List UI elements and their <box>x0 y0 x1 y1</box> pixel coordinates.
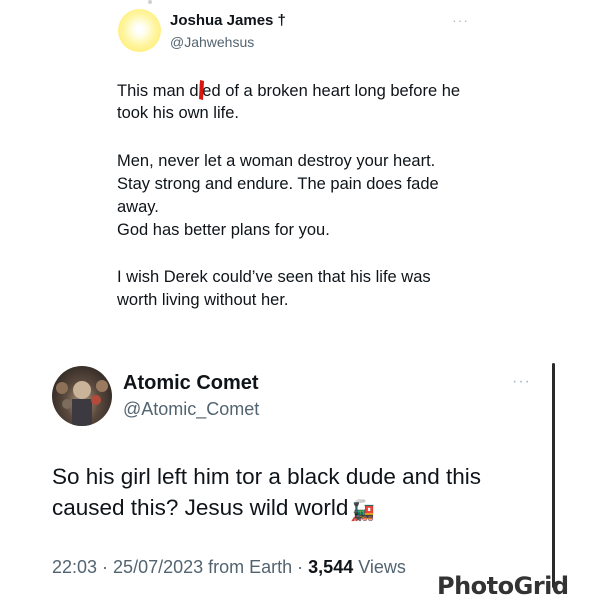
scrollbar[interactable] <box>552 363 555 588</box>
tweet-time[interactable]: 22:03 <box>52 557 97 577</box>
tweet-metadata: 22:03 · 25/07/2023 from Earth · 3,544 Vi… <box>52 557 406 578</box>
scroll-dot <box>148 0 152 4</box>
tweet-text-line: So his girl left him tor a black dude an… <box>52 464 481 489</box>
train-icon: 🚂 <box>350 500 376 522</box>
more-options-icon[interactable]: ··· <box>452 12 469 28</box>
tweet-text-line: Stay strong and endure. The pain does fa… <box>117 175 439 193</box>
crowd-photo <box>56 380 108 426</box>
tweet-text-line: God has better plans for you. <box>117 221 330 239</box>
views-count[interactable]: 3,544 <box>308 557 353 577</box>
separator: · <box>292 557 309 577</box>
more-options-icon[interactable]: ··· <box>512 373 531 391</box>
tweet-text-line: away. <box>117 198 159 216</box>
tweet-text-line: caused this? Jesus wild world 🚂 <box>52 492 375 527</box>
tweet-text-line: I wish Derek could’ve seen that his life… <box>117 268 431 286</box>
tweet-text: caused this? Jesus wild world <box>52 495 349 520</box>
tweet-date[interactable]: 25/07/2023 <box>113 557 203 577</box>
author-handle[interactable]: @Atomic_Comet <box>123 399 259 420</box>
author-name[interactable]: Joshua James † <box>170 12 286 29</box>
separator: · <box>97 557 114 577</box>
views-label: Views <box>353 557 406 577</box>
author-name[interactable]: Atomic Comet <box>123 372 259 395</box>
tweet-source: from Earth <box>203 557 293 577</box>
red-annotation-mark <box>199 80 204 100</box>
author-handle[interactable]: @Jahwehsus <box>170 34 254 50</box>
tweet-text-line: worth living without her. <box>117 291 289 309</box>
avatar[interactable] <box>52 366 112 426</box>
tweet-text-line: took his own life. <box>117 104 239 122</box>
avatar[interactable] <box>118 9 161 52</box>
tweet-text-line: This man died of a broken heart long bef… <box>117 82 461 100</box>
tweet-text-line: Men, never let a woman destroy your hear… <box>117 152 436 170</box>
watermark: PhotoGrid <box>437 572 569 600</box>
